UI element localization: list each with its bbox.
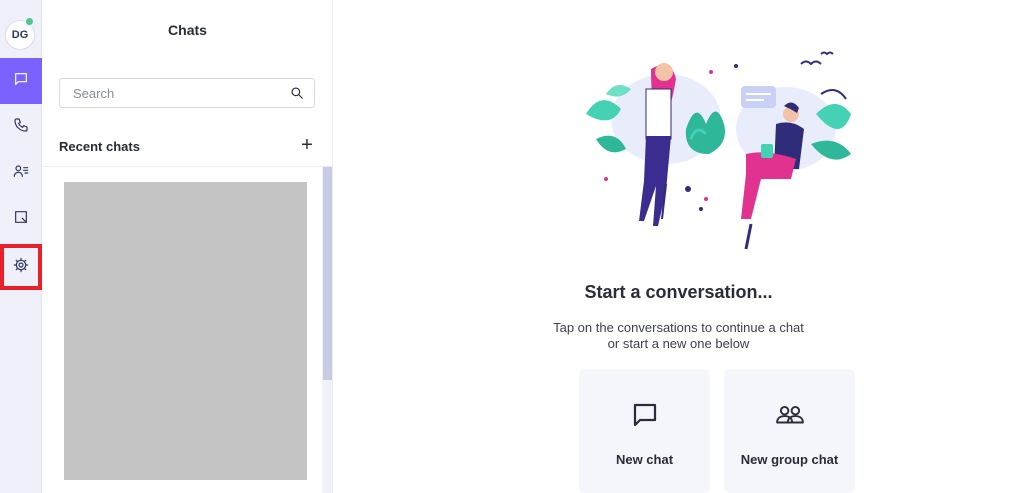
nav-contacts-button[interactable]	[0, 150, 42, 196]
new-chat-label: New chat	[615, 452, 674, 467]
search-input[interactable]	[60, 79, 280, 107]
conversation-illustration	[586, 51, 851, 250]
scrollbar-thumb[interactable]	[323, 167, 332, 380]
gear-icon	[13, 257, 29, 278]
nav-rail: DG	[0, 0, 42, 493]
search-box	[59, 78, 315, 108]
recent-chats-label: Recent chats	[59, 139, 140, 154]
divider	[42, 166, 333, 167]
nav-calls-button[interactable]	[0, 104, 42, 150]
online-status-dot	[24, 16, 35, 27]
chat-bubble-icon	[13, 71, 29, 92]
empty-state-description: Tap on the conversations to continue a c…	[333, 320, 1024, 352]
contacts-icon	[13, 163, 29, 184]
new-group-chat-button[interactable]: New group chat	[724, 369, 855, 493]
app-window: DG Chats Search Recent chats + Start a c…	[0, 0, 1024, 493]
empty-state-headline: Start a conversation...	[584, 282, 773, 302]
chat-list-panel: Chats Recent chats +	[42, 0, 333, 493]
panel-title: Chats	[168, 22, 207, 38]
nav-settings-button[interactable]	[0, 244, 42, 290]
avatar-initials: DG	[11, 29, 29, 41]
phone-icon	[13, 117, 29, 138]
nav-notes-button[interactable]	[0, 196, 42, 242]
new-group-chat-label: New group chat	[740, 452, 839, 467]
chat-bubble-icon	[629, 399, 661, 431]
chat-list-placeholder	[64, 182, 307, 480]
add-chat-button[interactable]: +	[298, 134, 316, 156]
note-icon	[13, 209, 29, 230]
description-line-2: or start a new one below	[607, 336, 750, 351]
group-icon	[774, 399, 806, 431]
main-area: Start a conversation... Tap on the conve…	[333, 0, 1024, 493]
new-chat-button[interactable]: New chat	[579, 369, 710, 493]
search-icon[interactable]	[290, 86, 304, 100]
nav-chats-button[interactable]	[0, 58, 42, 104]
description-line-1: Tap on the conversations to continue a c…	[553, 320, 804, 335]
